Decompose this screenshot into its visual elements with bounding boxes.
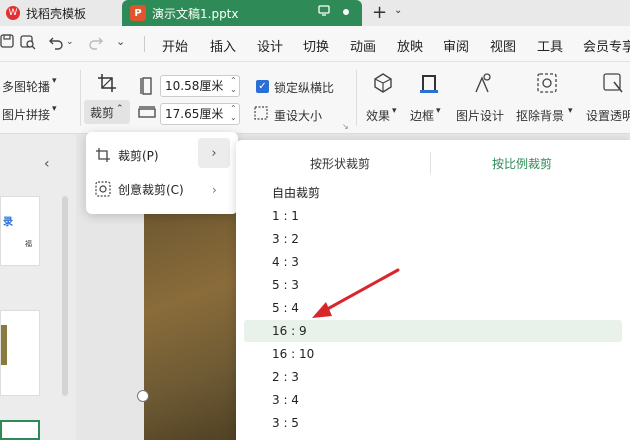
ratio-item-2-3[interactable]: 2 : 3 (244, 366, 622, 388)
crop-icon (94, 147, 112, 163)
thumbnail-scrollbar[interactable] (62, 196, 68, 396)
creative-submenu-chevron-right-icon[interactable]: › (212, 183, 217, 197)
menu-member[interactable]: 会员专享 (583, 36, 630, 55)
menu-insert[interactable]: 插入 (210, 36, 236, 55)
slide-thumbnail-1-text: 录 (3, 217, 13, 228)
reset-size-icon[interactable] (252, 102, 270, 124)
width-stepper[interactable]: ⌃ ⌄ (230, 76, 240, 94)
dialog-launcher-icon[interactable]: ↘ (342, 122, 349, 131)
ribbon-divider (80, 70, 81, 126)
slide-thumbnail-1[interactable]: 录 福 (0, 196, 40, 266)
image-design-button[interactable]: 图片设计 (456, 107, 504, 124)
tab-bar: W 找稻壳模板 P 演示文稿1.pptx + ⌄ (0, 0, 630, 26)
crop-menu-item-creative[interactable]: 创意裁剪(C) (94, 174, 230, 204)
menu-view[interactable]: 视图 (490, 36, 516, 55)
ribbon-toolbar: 多图轮播 ▾ 图片拼接 ▾ 裁剪 ⌃ 10.58厘米 ⌃ ⌄ 17.65厘米 ⌃ ⌄… (0, 62, 630, 134)
remove-bg-chevron-icon[interactable]: ▾ (568, 106, 573, 116)
slide-thumbnail-2-image (1, 325, 7, 365)
lock-ratio-label: 锁定纵横比 (274, 81, 335, 95)
width-icon (134, 75, 160, 97)
effects-button[interactable]: 效果 (366, 107, 390, 124)
chevron-up-icon: ⌃ (116, 104, 124, 114)
save-icon[interactable] (0, 34, 14, 52)
slide-thumbnail-2[interactable] (0, 310, 40, 396)
unsaved-dot-icon (342, 5, 350, 19)
effects-icon[interactable] (370, 72, 396, 94)
ratio-item-16-10[interactable]: 16 : 10 (244, 343, 622, 365)
image-mosaic-button[interactable]: 图片拼接 (2, 106, 50, 123)
crop-icon[interactable] (94, 72, 120, 94)
ppt-logo-icon: P (130, 5, 146, 21)
crop-ratio-submenu: 按形状裁剪 按比例裁剪 自由裁剪 1 : 1 3 : 2 4 : 3 5 : 3… (236, 140, 630, 440)
ratio-item-3-4[interactable]: 3 : 4 (244, 389, 622, 411)
menu-animation[interactable]: 动画 (350, 36, 376, 55)
menu-home[interactable]: 开始 (162, 36, 188, 55)
tab-crop-by-shape[interactable]: 按形状裁剪 (310, 155, 370, 172)
crop-button-label: 裁剪 (90, 106, 115, 120)
tab-template[interactable]: W 找稻壳模板 (0, 0, 120, 26)
menu-tools[interactable]: 工具 (537, 36, 563, 55)
reset-size-button[interactable]: 重设大小 (274, 107, 322, 124)
border-button[interactable]: 边框 (410, 107, 434, 124)
new-tab-icon[interactable]: + (372, 2, 387, 23)
ratio-item-3-5[interactable]: 3 : 5 (244, 412, 622, 434)
menu-transition[interactable]: 切换 (303, 36, 329, 55)
border-chevron-icon[interactable]: ▾ (436, 106, 441, 116)
ribbon-divider-2 (356, 70, 357, 126)
chevron-down-icon[interactable]: ⌄ (394, 5, 402, 16)
ratio-item-3-2[interactable]: 3 : 2 (244, 228, 622, 250)
height-stepper[interactable]: ⌃ ⌄ (230, 104, 240, 122)
tab-template-label: 找稻壳模板 (26, 6, 87, 21)
menu-bar: ⌄ ⌄ 开始 插入 设计 切换 动画 放映 审阅 视图 工具 会员专享 (0, 26, 630, 62)
collapse-panel-chevron-icon[interactable]: ‹ (44, 156, 50, 172)
resize-handle[interactable] (137, 390, 149, 402)
menu-divider (144, 36, 145, 52)
undo-icon[interactable] (48, 34, 64, 54)
border-icon[interactable] (416, 72, 442, 94)
remove-bg-icon[interactable] (534, 72, 560, 94)
crop-button[interactable]: 裁剪 ⌃ (84, 100, 130, 124)
slide-thumbnail-1-small-text: 福 (25, 240, 32, 248)
multi-outline-chevron-icon[interactable]: ▾ (52, 76, 57, 86)
tab-presentation[interactable]: P 演示文稿1.pptx (122, 0, 362, 26)
crop-menu-item-creative-label: 创意裁剪(C) (118, 182, 184, 197)
annotation-arrow-icon (312, 268, 400, 318)
submenu-chevron-right-icon[interactable]: › (198, 138, 230, 168)
menu-review[interactable]: 审阅 (443, 36, 469, 55)
creative-crop-icon (94, 181, 112, 197)
slide-thumbnail-3[interactable] (0, 420, 40, 440)
print-preview-icon[interactable] (20, 34, 36, 54)
height-input[interactable]: 17.65厘米 (160, 103, 240, 125)
image-design-icon[interactable] (470, 72, 496, 94)
window-restore-icon[interactable] (318, 4, 330, 19)
remove-bg-button[interactable]: 抠除背景 (516, 107, 564, 124)
effects-chevron-icon[interactable]: ▾ (392, 106, 397, 116)
height-icon (134, 102, 160, 124)
set-transparent-icon[interactable] (600, 72, 626, 94)
ratio-item-free[interactable]: 自由裁剪 (244, 182, 622, 204)
redo-icon[interactable] (88, 34, 104, 54)
tab-crop-by-ratio[interactable]: 按比例裁剪 (492, 155, 552, 172)
menu-slideshow[interactable]: 放映 (397, 36, 423, 55)
wps-logo-icon: W (6, 6, 20, 20)
crop-menu-item-crop-label: 裁剪(P) (118, 148, 159, 163)
ratio-item-1-1[interactable]: 1 : 1 (244, 205, 622, 227)
submenu-tab-divider (430, 152, 431, 174)
menu-design[interactable]: 设计 (257, 36, 283, 55)
lock-ratio-checkbox[interactable]: ✓ (256, 80, 269, 93)
image-mosaic-chevron-icon[interactable]: ▾ (52, 104, 57, 114)
undo-dropdown-icon[interactable]: ⌄ (66, 37, 74, 47)
width-input[interactable]: 10.58厘米 (160, 75, 240, 97)
quick-access-chevron-icon[interactable]: ⌄ (116, 35, 125, 48)
tab-presentation-label: 演示文稿1.pptx (152, 6, 239, 21)
multi-outline-button[interactable]: 多图轮播 (2, 78, 50, 95)
set-transparent-button[interactable]: 设置透明 (586, 107, 630, 124)
